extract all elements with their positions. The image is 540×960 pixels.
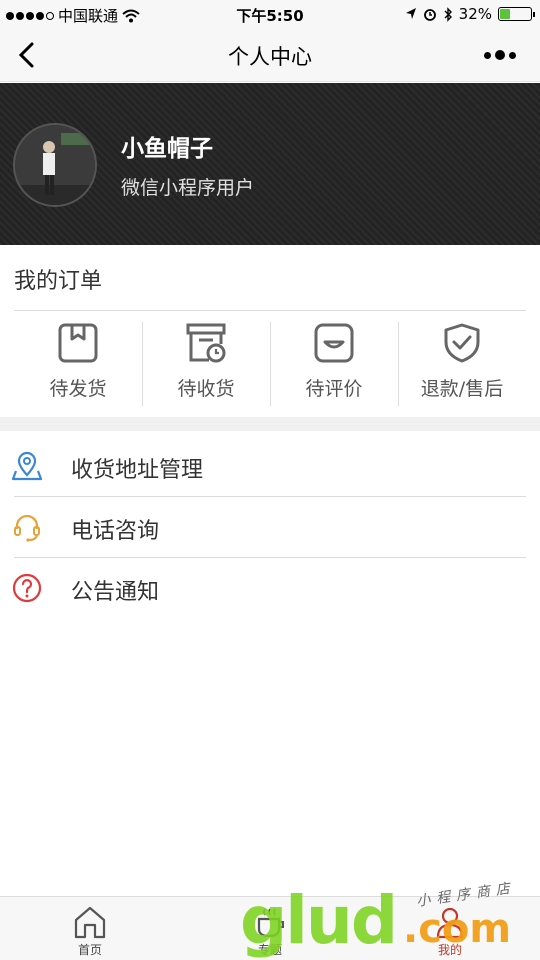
order-pending-shipment[interactable]: 待发货 — [14, 312, 142, 416]
coffee-cup-icon — [257, 908, 284, 938]
shield-check-icon — [444, 323, 480, 363]
tab-topics[interactable]: 专题 — [180, 897, 360, 960]
order-item-label: 待收货 — [177, 378, 235, 400]
tab-mine[interactable]: 我的 — [360, 897, 540, 960]
tab-label: 首页 — [77, 943, 102, 957]
menu-announcements[interactable]: 公告通知 — [0, 558, 540, 618]
location-arrow-icon — [405, 8, 416, 19]
divider — [14, 310, 526, 311]
avatar[interactable] — [13, 123, 97, 207]
section-separator — [0, 417, 540, 431]
tab-label: 我的 — [437, 943, 462, 957]
profile-header: 小鱼帽子 微信小程序用户 — [0, 83, 540, 245]
menu-item-label: 公告通知 — [71, 580, 160, 605]
battery-level — [500, 9, 510, 19]
order-pending-receipt[interactable]: 待收货 — [142, 312, 270, 416]
battery-icon — [498, 7, 535, 21]
bluetooth-icon — [444, 6, 452, 22]
tab-home[interactable]: 首页 — [0, 897, 180, 960]
order-item-label: 退款/售后 — [420, 378, 504, 400]
battery-percent: 32% — [458, 5, 492, 23]
order-pending-review[interactable]: 待评价 — [270, 312, 398, 416]
more-menu-icon[interactable] — [484, 46, 520, 64]
user-type-label: 微信小程序用户 — [121, 177, 255, 199]
user-icon — [436, 907, 464, 939]
order-item-label: 待评价 — [305, 378, 363, 400]
page-title: 个人中心 — [228, 45, 312, 69]
username: 小鱼帽子 — [121, 136, 213, 162]
order-status-row: 待发货 待收货 待评价 退款/售后 — [14, 312, 526, 416]
status-bar: 中国联通 下午5:50 32% — [0, 0, 540, 28]
question-icon — [12, 573, 42, 603]
location-map-icon — [12, 451, 42, 481]
order-refund-aftersale[interactable]: 退款/售后 — [398, 312, 526, 416]
menu-address-management[interactable]: 收货地址管理 — [0, 436, 540, 496]
home-icon — [74, 906, 106, 939]
menu-item-label: 电话咨询 — [71, 519, 160, 544]
menu-phone-consultation[interactable]: 电话咨询 — [0, 497, 540, 557]
tab-label: 专题 — [257, 943, 282, 957]
bottom-tab-bar: 首页 专题 我的 — [0, 896, 540, 960]
my-orders-title[interactable]: 我的订单 — [14, 263, 102, 295]
box-icon — [58, 323, 98, 363]
avatar-photo — [15, 125, 95, 205]
smile-icon — [314, 323, 354, 363]
order-item-label: 待发货 — [49, 378, 107, 400]
status-right: 32% — [405, 5, 535, 23]
delivery-clock-icon — [186, 323, 226, 363]
menu-item-label: 收货地址管理 — [71, 458, 204, 483]
navigation-bar: 个人中心 — [0, 28, 540, 82]
headset-icon — [14, 514, 40, 542]
alarm-icon — [423, 9, 436, 21]
